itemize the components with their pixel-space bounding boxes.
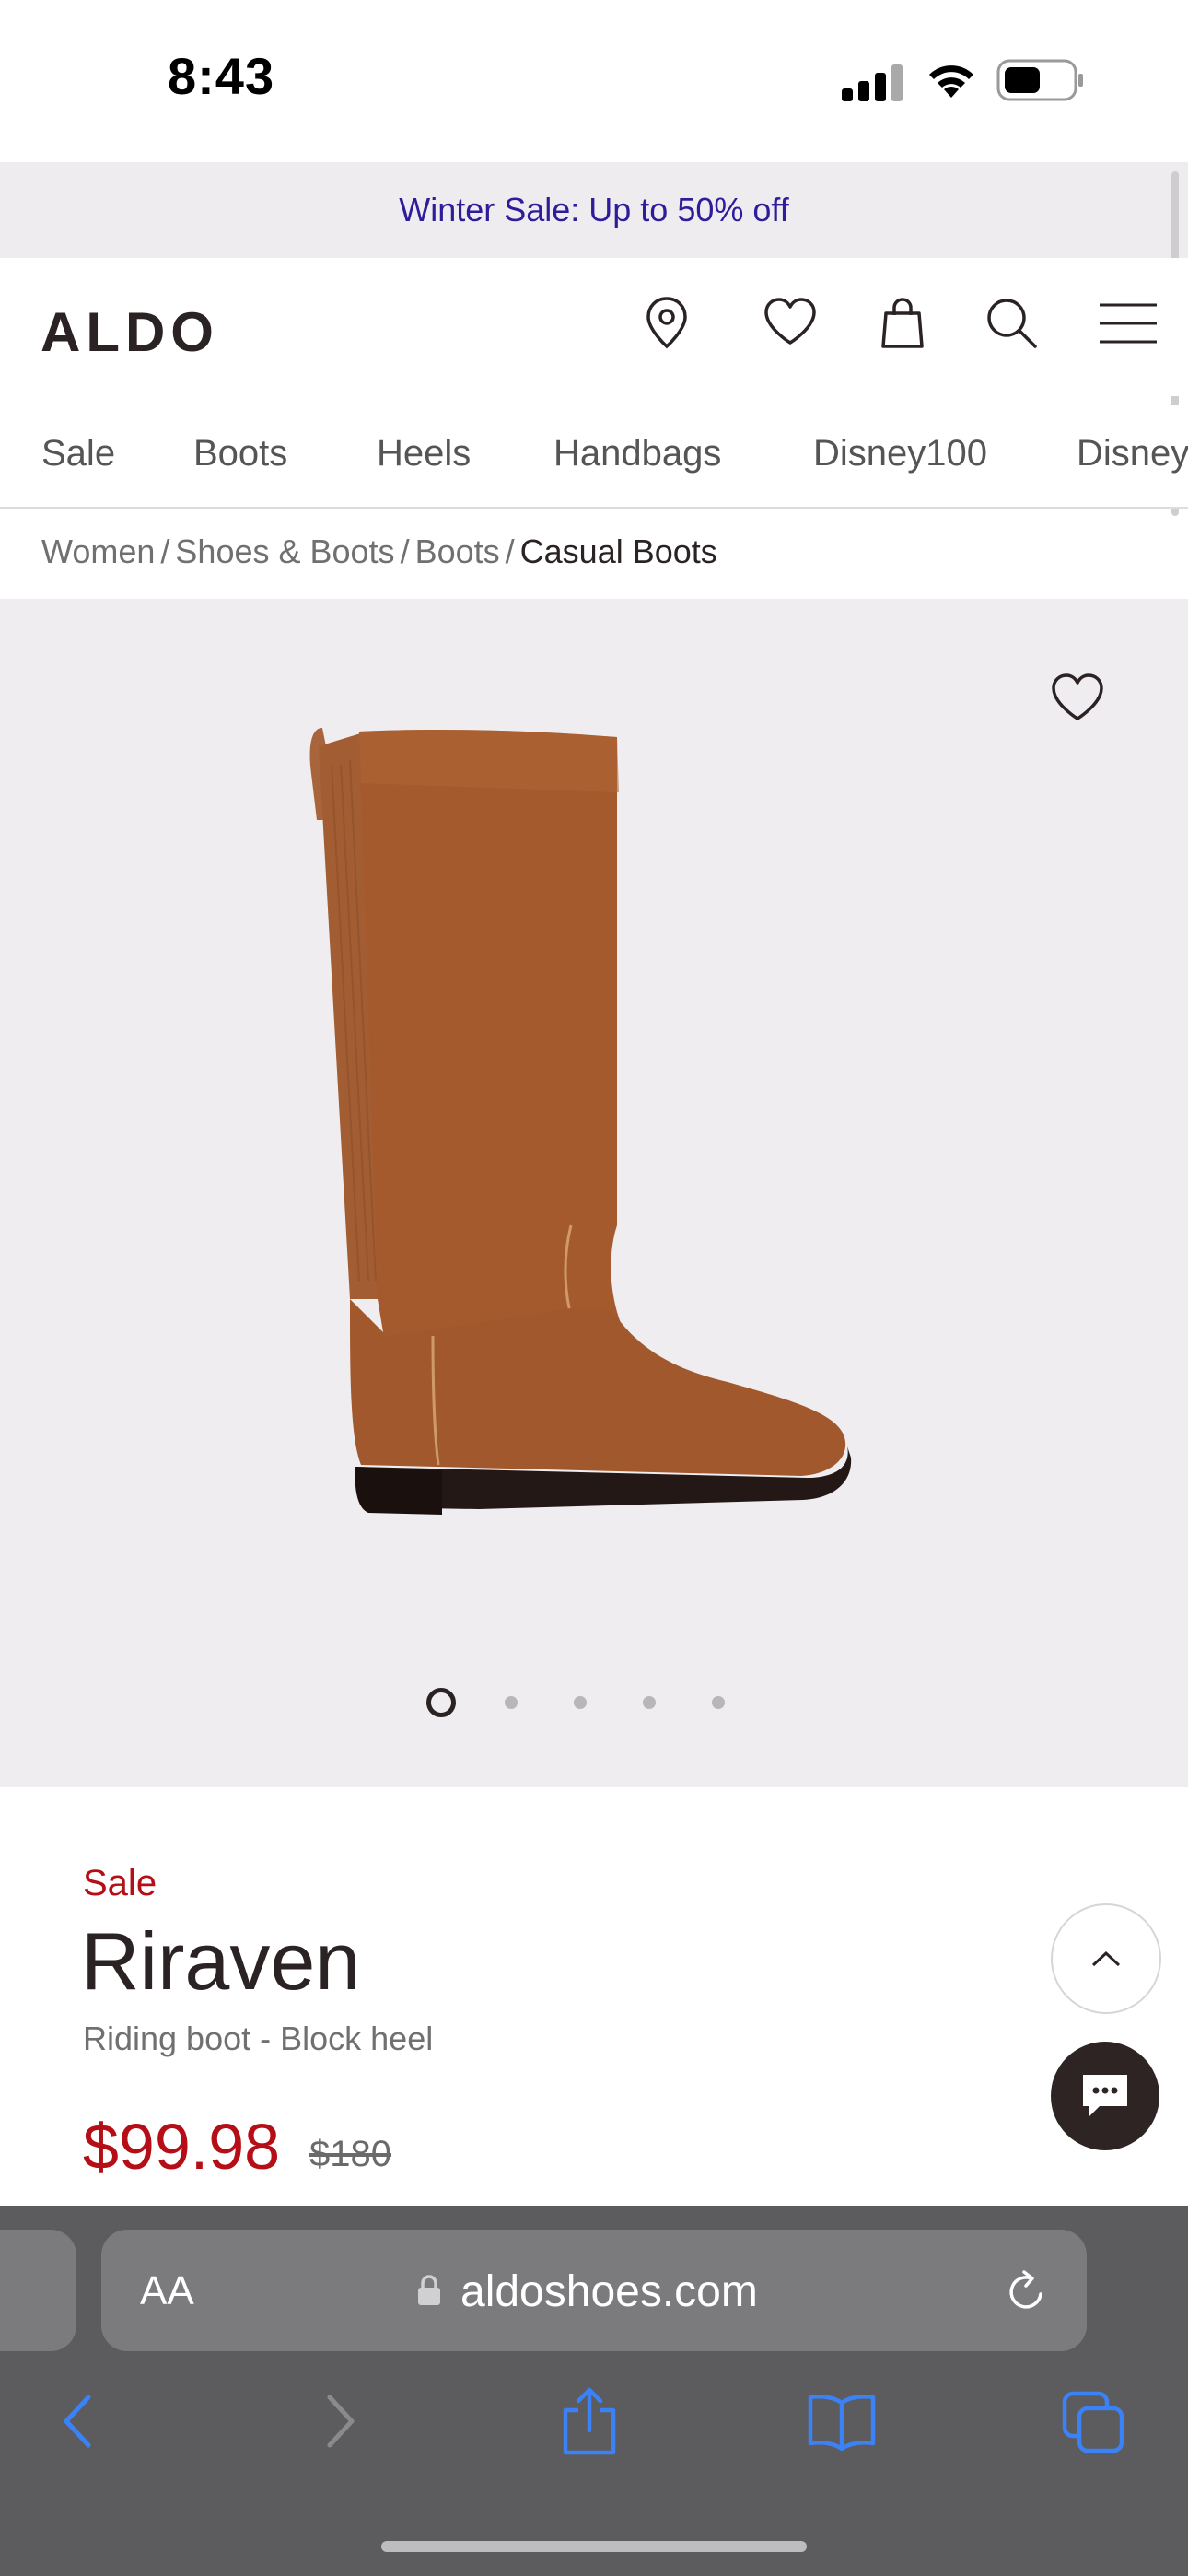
forward-arrow-icon[interactable] [317,2392,361,2451]
breadcrumb-link-boots[interactable]: Boots [415,533,500,570]
nav-item-handbags[interactable]: Handbags [553,433,721,474]
nav-item-disney100[interactable]: Disney100 [813,433,987,474]
lock-icon [418,2275,440,2305]
promo-banner[interactable]: Winter Sale: Up to 50% off [0,162,1188,258]
product-subtitle: Riding boot - Block heel [83,2020,434,2057]
nav-item-disney[interactable]: Disney [1077,433,1188,474]
status-bar: 8:43 [0,0,1188,162]
tabs-icon[interactable] [1061,2390,1127,2456]
add-to-wishlist-heart-icon[interactable] [1048,669,1107,724]
aldo-logo[interactable]: ALDO [41,300,219,364]
battery-icon [996,59,1083,101]
promo-text: Winter Sale: Up to 50% off [399,191,789,228]
carousel-dot[interactable] [643,1696,656,1709]
status-time: 8:43 [168,47,275,105]
url-text[interactable]: aldoshoes.com [460,2266,758,2317]
home-indicator[interactable] [381,2541,807,2552]
previous-tab-preview[interactable] [0,2230,76,2351]
share-icon[interactable] [556,2384,623,2458]
breadcrumb-link-shoes-boots[interactable]: Shoes & Boots [175,533,394,570]
cellular-signal-icon [842,64,903,101]
wishlist-heart-icon[interactable] [761,293,820,352]
bookmarks-icon[interactable] [807,2392,877,2451]
search-icon[interactable] [982,293,1041,352]
product-name: Riraven [81,1915,361,2007]
breadcrumb-separator: / [160,533,170,570]
carousel-dot[interactable] [505,1696,518,1709]
sale-badge: Sale [83,1863,157,1903]
shopping-bag-icon[interactable] [873,293,932,352]
category-nav[interactable]: Sale Boots Heels Handbags Disney100 Disn… [0,405,1188,509]
original-price: $180 [309,2134,391,2174]
breadcrumb-separator: / [505,533,515,570]
carousel-dot-active[interactable] [426,1688,456,1717]
chevron-up-icon [1091,1950,1121,1967]
breadcrumb-link-women[interactable]: Women [41,533,155,570]
carousel-dot[interactable] [574,1696,587,1709]
wifi-icon [929,65,973,98]
menu-icon[interactable] [1098,300,1159,346]
reload-icon[interactable] [1004,2266,1050,2314]
chat-bubble-icon [1083,2075,1127,2117]
nav-item-heels[interactable]: Heels [377,433,471,474]
breadcrumb-current: Casual Boots [519,533,717,570]
chat-button[interactable] [1051,2042,1159,2150]
nav-item-sale[interactable]: Sale [41,433,115,474]
nav-item-boots[interactable]: Boots [193,433,287,474]
location-pin-icon[interactable] [637,293,696,352]
product-image-boot[interactable] [295,709,884,1557]
carousel-dot[interactable] [712,1696,725,1709]
breadcrumb: Women / Shoes & Boots / Boots / Casual Boots [41,533,717,571]
scroll-to-top-button[interactable] [1051,1903,1161,2014]
back-arrow-icon[interactable] [57,2392,101,2451]
text-size-button[interactable]: AA [140,2268,194,2314]
breadcrumb-separator: / [400,533,410,570]
sale-price: $99.98 [83,2111,281,2183]
